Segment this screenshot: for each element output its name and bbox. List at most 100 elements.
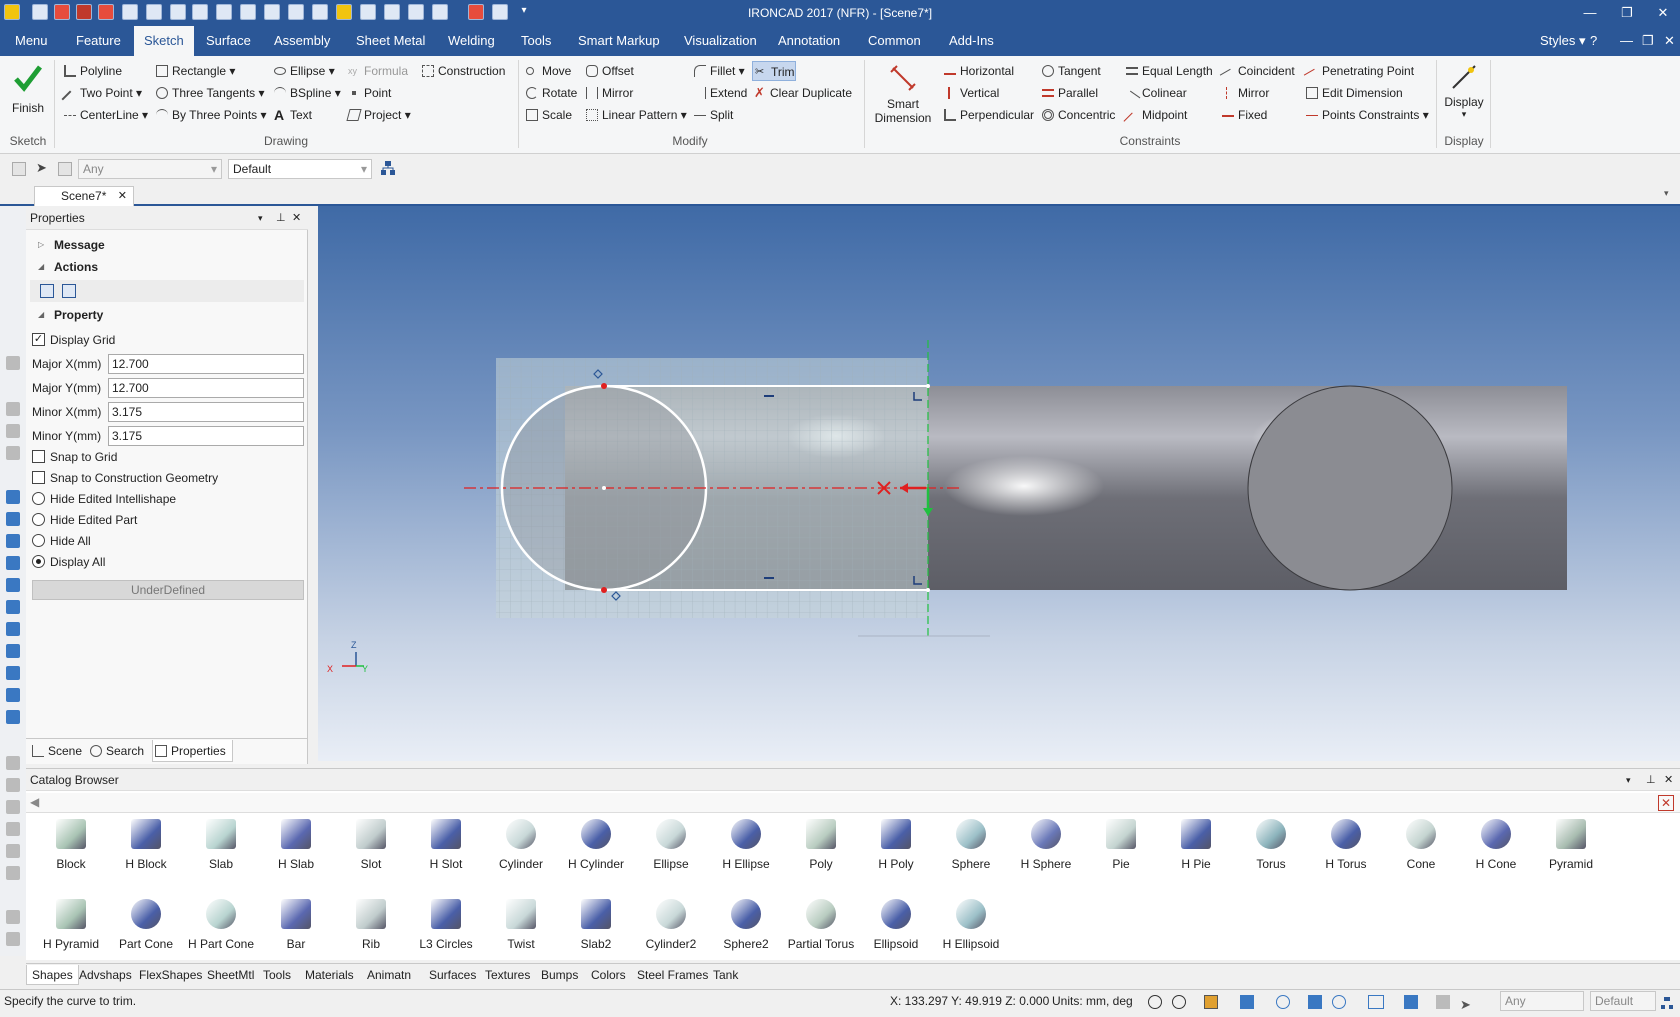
edit-dimension-button[interactable]: Edit Dimension <box>1304 83 1403 103</box>
parallel-button[interactable]: Parallel <box>1040 83 1098 103</box>
construction-button[interactable]: Construction <box>420 61 505 81</box>
expand-message-icon[interactable]: ▷ <box>38 240 44 249</box>
fixed-button[interactable]: Fixed <box>1220 105 1267 125</box>
catalog-tab-bumps[interactable]: Bumps <box>536 965 583 985</box>
mirror-button[interactable]: Mirror <box>584 83 633 103</box>
restore-icon[interactable]: ❐ <box>1612 3 1642 23</box>
points-constraints-button[interactable]: Points Constraints ▾ <box>1304 105 1429 125</box>
section-icon[interactable] <box>1404 995 1418 1009</box>
tab-search[interactable]: Search <box>88 740 144 762</box>
major-y-input[interactable]: 12.700 <box>108 378 304 398</box>
shape-h-slot[interactable]: H Slot <box>409 819 483 883</box>
sketch-point[interactable] <box>601 383 607 389</box>
shape-cylinder2[interactable]: Cylinder2 <box>634 899 708 963</box>
hierarchy-icon[interactable] <box>380 160 396 176</box>
rectangle-button[interactable]: Rectangle ▾ <box>154 61 235 81</box>
pin-icon[interactable]: ⊥ <box>276 206 286 230</box>
shape-ellipsoid[interactable]: Ellipsoid <box>859 899 933 963</box>
shape-h-ellipsoid[interactable]: H Ellipsoid <box>934 899 1008 963</box>
clear-duplicate-button[interactable]: ✗ Clear Duplicate <box>752 83 852 103</box>
two-point-button[interactable]: Two Point ▾ <box>61 83 142 108</box>
shape-ellipse[interactable]: Ellipse <box>634 819 708 883</box>
look-at-icon[interactable] <box>1332 995 1346 1009</box>
shape-partial-torus[interactable]: Partial Torus <box>784 899 858 963</box>
catalog-tab-materials[interactable]: Materials <box>300 965 359 985</box>
panel-close-icon[interactable]: ✕ <box>292 206 301 230</box>
shape-block[interactable]: Block <box>34 819 108 883</box>
tool-f-icon[interactable] <box>6 800 20 814</box>
shape-slab2[interactable]: Slab2 <box>559 899 633 963</box>
tab-sheet-metal[interactable]: Sheet Metal <box>346 26 435 56</box>
by-three-points-button[interactable]: By Three Points ▾ <box>154 105 267 125</box>
display-mode-icon[interactable] <box>1368 995 1384 1009</box>
tool-status-icon[interactable] <box>1436 995 1450 1009</box>
select-pointer-icon[interactable]: ➤ <box>36 160 50 176</box>
snap-construction-checkbox[interactable]: Snap to Construction Geometry <box>32 471 218 485</box>
view-back-icon[interactable] <box>6 512 20 526</box>
view-iso-icon[interactable] <box>6 622 20 636</box>
tool-dots-icon[interactable] <box>6 356 20 370</box>
rotate-button[interactable]: Rotate <box>524 83 577 103</box>
shape-l3-circles[interactable]: L3 Circles <box>409 899 483 963</box>
status-filter-combo[interactable]: Any <box>1500 991 1584 1011</box>
shape-twist[interactable]: Twist <box>484 899 558 963</box>
tool-e-icon[interactable] <box>6 778 20 792</box>
shape-h-block[interactable]: H Block <box>109 819 183 883</box>
snap-to-grid-checkbox[interactable]: Snap to Grid <box>32 450 117 464</box>
scene-canvas[interactable] <box>318 206 1680 761</box>
view-left-icon[interactable] <box>6 534 20 548</box>
tab-welding[interactable]: Welding <box>438 26 505 56</box>
shape-h-ellipse[interactable]: H Ellipse <box>709 819 783 883</box>
orbit-icon[interactable] <box>1276 995 1290 1009</box>
shape-poly[interactable]: Poly <box>784 819 858 883</box>
three-tangents-button[interactable]: Three Tangents ▾ <box>154 83 265 103</box>
shape-h-torus[interactable]: H Torus <box>1309 819 1383 883</box>
shape-pie[interactable]: Pie <box>1084 819 1158 883</box>
tool-b-icon[interactable] <box>6 424 20 438</box>
catalog-tab-advshaps[interactable]: Advshaps <box>74 965 137 985</box>
tab-properties[interactable]: Properties <box>152 740 233 762</box>
hide-part-radio[interactable]: Hide Edited Part <box>32 513 137 527</box>
close-icon[interactable]: ✕ <box>1648 3 1678 23</box>
offset-button[interactable]: Offset <box>584 61 634 81</box>
shape-h-part-cone[interactable]: H Part Cone <box>184 899 258 963</box>
view-bottom-icon[interactable] <box>6 600 20 614</box>
horizontal-button[interactable]: Horizontal <box>942 61 1014 81</box>
shape-torus[interactable]: Torus <box>1234 819 1308 883</box>
tab-list-chevron-icon[interactable]: ▾ <box>1664 188 1669 199</box>
view-front-icon[interactable] <box>6 490 20 504</box>
doc-close-icon[interactable]: ✕ <box>1660 26 1679 56</box>
shape-h-pie[interactable]: H Pie <box>1159 819 1233 883</box>
mirror-constraint-button[interactable]: Mirror <box>1220 83 1269 103</box>
tool-k-icon[interactable] <box>6 932 20 946</box>
tab-smart-markup[interactable]: Smart Markup <box>568 26 670 56</box>
zoom-icon[interactable] <box>1148 995 1162 1009</box>
catalog-close-icon[interactable]: ✕ <box>1664 769 1673 791</box>
tab-scene[interactable]: Scene <box>30 740 82 762</box>
catalog-tab-surfaces[interactable]: Surfaces <box>424 965 481 985</box>
catalog-tab-tank[interactable]: Tank <box>708 965 743 985</box>
tab-feature[interactable]: Feature <box>66 26 131 56</box>
actions-section[interactable]: Actions <box>54 260 98 274</box>
shape-slab[interactable]: Slab <box>184 819 258 883</box>
selection-mode-icon[interactable] <box>58 162 72 176</box>
shape-h-pyramid[interactable]: H Pyramid <box>34 899 108 963</box>
tool-d-icon[interactable] <box>6 756 20 770</box>
tab-add-ins[interactable]: Add-Ins <box>939 26 1004 56</box>
tab-common[interactable]: Common <box>858 26 931 56</box>
polyline-button[interactable]: Polyline <box>62 61 122 81</box>
scale-button[interactable]: Scale <box>524 105 572 125</box>
ellipse-button[interactable]: Ellipse ▾ <box>272 61 335 81</box>
tangent-button[interactable]: Tangent <box>1040 61 1101 81</box>
view-dimetric-icon[interactable] <box>6 644 20 658</box>
sketch-state-button[interactable]: UnderDefined <box>32 580 304 600</box>
shape-rib[interactable]: Rib <box>334 899 408 963</box>
finish-button[interactable]: Finish <box>10 62 46 122</box>
catalog-tab-steel-frames[interactable]: Steel Frames <box>632 965 713 985</box>
tool-g-icon[interactable] <box>6 822 20 836</box>
project-button[interactable]: Project ▾ <box>346 105 411 125</box>
view-cube-icon[interactable] <box>1240 995 1254 1009</box>
tab-surface[interactable]: Surface <box>196 26 261 56</box>
filter-icon[interactable] <box>12 162 26 176</box>
centerline-button[interactable]: CenterLine ▾ <box>62 105 148 125</box>
